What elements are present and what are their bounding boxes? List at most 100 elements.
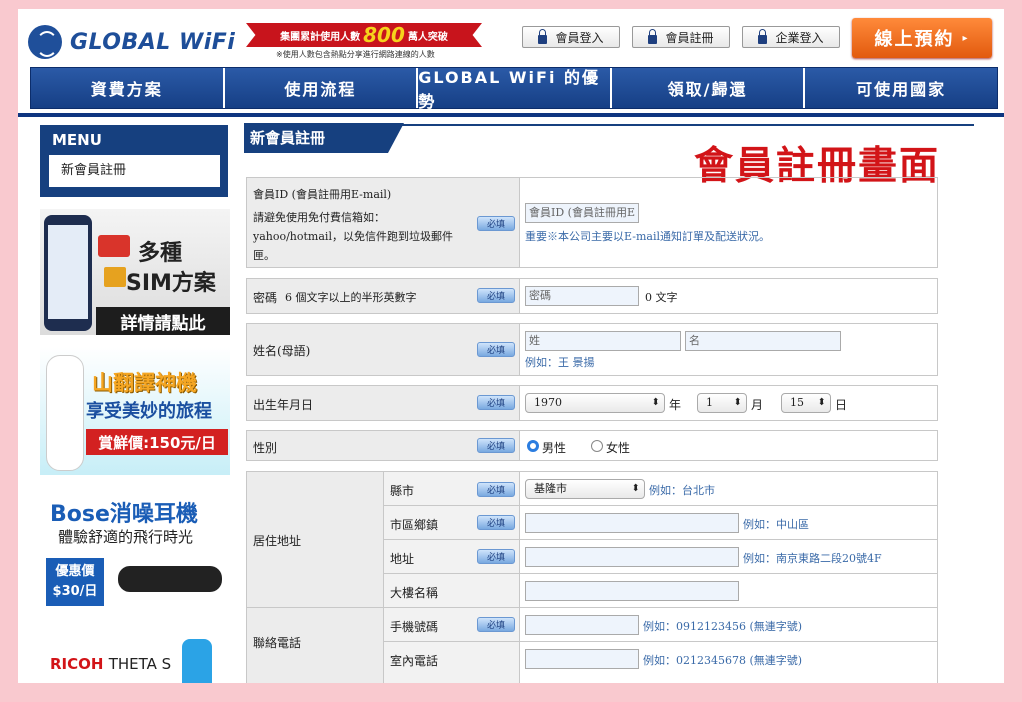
phone-label-cell: 聯絡電話 <box>247 608 383 683</box>
home-phone-hint: 例如：0212345678 (無連字號) <box>643 654 803 667</box>
sim-card-icon <box>98 235 130 257</box>
member-login-button[interactable]: 會員登入 <box>522 26 620 48</box>
ad-bose-price-box: 優惠價 $30/日 <box>46 558 104 606</box>
logo[interactable]: GLOBAL WiFi <box>28 25 235 59</box>
name-hint: 例如：王 景揚 <box>525 356 595 369</box>
required-badge: 必填 <box>477 216 515 231</box>
building-label: 大樓名稱 <box>390 586 439 600</box>
ricoh-ad[interactable]: RICOH THETA S <box>40 631 230 683</box>
logo-text: GLOBAL WiFi <box>70 29 236 55</box>
address-label-cell: 居住地址 <box>247 472 383 607</box>
birth-year-select[interactable]: 1970 <box>525 393 665 413</box>
nav-pricing[interactable]: 資費方案 <box>31 68 225 108</box>
home-phone-input[interactable] <box>525 649 639 669</box>
nav-countries[interactable]: 可使用國家 <box>805 68 997 108</box>
gender-male-label: 男性 <box>542 441 567 455</box>
translator-device-image <box>46 355 84 471</box>
required-badge: 必填 <box>477 549 515 564</box>
address-sublabels: 縣市 必填 市區鄉鎮 必填 地址 必填 大樓名稱 手機號碼 必填 室內電話 <box>384 472 519 683</box>
lock-icon <box>648 28 658 44</box>
county-label: 縣市 <box>390 484 415 498</box>
district-input[interactable] <box>525 513 739 533</box>
password-label: 密碼 <box>253 291 278 305</box>
page-title: 新會員註冊 <box>244 123 404 153</box>
ad-ricoh-text: RICOH THETA S <box>50 655 171 673</box>
ad-sim-line1: 多種 <box>138 241 183 266</box>
translator-ad[interactable]: 山翻譯神機 享受美妙的旅程 賞鮮價:150元/日 <box>40 347 230 475</box>
county-select[interactable]: 基隆市 <box>525 479 645 499</box>
page: GLOBAL WiFi 集團累計使用人數 800 萬人突破 ※使用人數包含熱點分… <box>18 9 1004 683</box>
name-label: 姓名(母語) <box>253 344 311 358</box>
ad-ricoh-model: THETA S <box>108 655 172 673</box>
email-note: 請避免使用免付費信箱如：yahoo/hotmail，以免信件跑到垃圾郵件匣。 <box>253 211 453 262</box>
member-login-label: 會員登入 <box>555 30 604 45</box>
nav-process[interactable]: 使用流程 <box>224 68 419 108</box>
camera-image <box>182 639 212 683</box>
ad-bose-price-label: 優惠價 <box>55 564 95 579</box>
sidebar-menu: MENU 新會員註冊 <box>40 125 228 197</box>
birth-day-select[interactable]: 15 <box>781 393 831 413</box>
gender-label-cell: 性別 必填 <box>247 431 519 460</box>
last-name-input[interactable]: 姓 <box>525 331 681 351</box>
ad-sim-cta-label: 詳情請點此 <box>120 313 206 334</box>
year-unit: 年 <box>669 398 682 412</box>
name-row: 姓名(母語) 必填 姓 名 例如：王 景揚 <box>246 323 938 376</box>
gender-row: 性別 必填 男性 女性 <box>246 430 938 461</box>
sidebar-item-new-member[interactable]: 新會員註冊 <box>44 155 220 187</box>
users-banner: 集團累計使用人數 800 萬人突破 ※使用人數包含熱點分享進行網路連線的人數 <box>246 23 482 61</box>
birthday-label: 出生年月日 <box>253 398 314 412</box>
name-label-cell: 姓名(母語) 必填 <box>247 324 519 375</box>
member-register-button[interactable]: 會員註冊 <box>632 26 730 48</box>
phone-label: 聯絡電話 <box>253 636 302 650</box>
ad-translator-price: 賞鮮價:150元/日 <box>86 429 228 455</box>
address-label: 居住地址 <box>253 534 302 548</box>
banner-note: ※使用人數包含熱點分享進行網路連線的人數 <box>276 50 435 59</box>
email-input[interactable]: 會員ID (會員註冊用E <box>525 203 639 223</box>
first-name-input[interactable]: 名 <box>685 331 841 351</box>
district-hint: 例如：中山區 <box>743 518 809 531</box>
county-hint: 例如：台北市 <box>649 484 715 497</box>
email-row: 會員ID (會員註冊用E-mail) 請避免使用免付費信箱如：yahoo/hot… <box>246 177 938 268</box>
header-line <box>394 124 974 126</box>
lock-icon <box>538 28 548 44</box>
lock-icon <box>758 28 768 44</box>
street-label: 地址 <box>390 552 415 566</box>
nav-divider <box>18 113 1004 117</box>
business-login-button[interactable]: 企業登入 <box>742 26 840 48</box>
gender-male-radio[interactable] <box>527 440 539 452</box>
member-register-label: 會員註冊 <box>665 30 714 45</box>
sim-plan-ad[interactable]: 多種 SIM方案 詳情請點此 <box>40 209 230 335</box>
birthday-row: 出生年月日 必填 1970 年 1 月 15 日 <box>246 385 938 421</box>
birth-month-select[interactable]: 1 <box>697 393 747 413</box>
street-hint: 例如：南京東路二段20號4F <box>743 552 882 565</box>
address-phone-block: 居住地址 聯絡電話 縣市 必填 市區鄉鎮 必填 地址 必填 大樓名稱 手機號碼 … <box>246 471 938 683</box>
email-hint: 重要※本公司主要以E-mail通知訂單及配送狀況。 <box>525 230 770 243</box>
gender-label: 性別 <box>253 441 278 455</box>
password-input[interactable]: 密碼 <box>525 286 639 306</box>
ad-translator-line1: 山翻譯神機 <box>92 371 197 395</box>
bose-ad[interactable]: Bose消噪耳機 體驗舒適的飛行時光 優惠價 $30/日 <box>40 490 230 618</box>
street-input[interactable] <box>525 547 739 567</box>
online-reserve-button[interactable]: 線上預約 ▸ <box>852 18 992 58</box>
nav-advantages[interactable]: GLOBAL WiFi 的優勢 <box>418 68 612 111</box>
month-unit: 月 <box>751 398 764 412</box>
mobile-input[interactable] <box>525 615 639 635</box>
district-label: 市區鄉鎮 <box>390 518 439 532</box>
banner-pre: 集團累計使用人數 <box>280 31 361 43</box>
ad-translator-line2: 享受美妙的旅程 <box>86 401 212 422</box>
password-char-count: 0 文字 <box>645 291 678 304</box>
menu-title: MENU <box>52 131 102 149</box>
ad-sim-cta[interactable]: 詳情請點此 <box>96 307 230 335</box>
gender-female-radio[interactable] <box>591 440 603 452</box>
password-note: 6 個文字以上的半形英數字 <box>285 291 417 304</box>
business-login-label: 企業登入 <box>775 30 824 45</box>
required-badge: 必填 <box>477 515 515 530</box>
ad-sim-line2: SIM方案 <box>126 271 216 296</box>
building-input[interactable] <box>525 581 739 601</box>
main-nav: 資費方案 使用流程 GLOBAL WiFi 的優勢 領取/歸還 可使用國家 <box>30 67 998 111</box>
password-row: 密碼 6 個文字以上的半形英數字 必填 密碼 0 文字 <box>246 278 938 314</box>
headphone-image <box>118 566 222 592</box>
ad-bose-price: $30/日 <box>52 584 98 599</box>
gender-female-label: 女性 <box>606 441 631 455</box>
nav-pickup-return[interactable]: 領取/歸還 <box>611 68 806 108</box>
